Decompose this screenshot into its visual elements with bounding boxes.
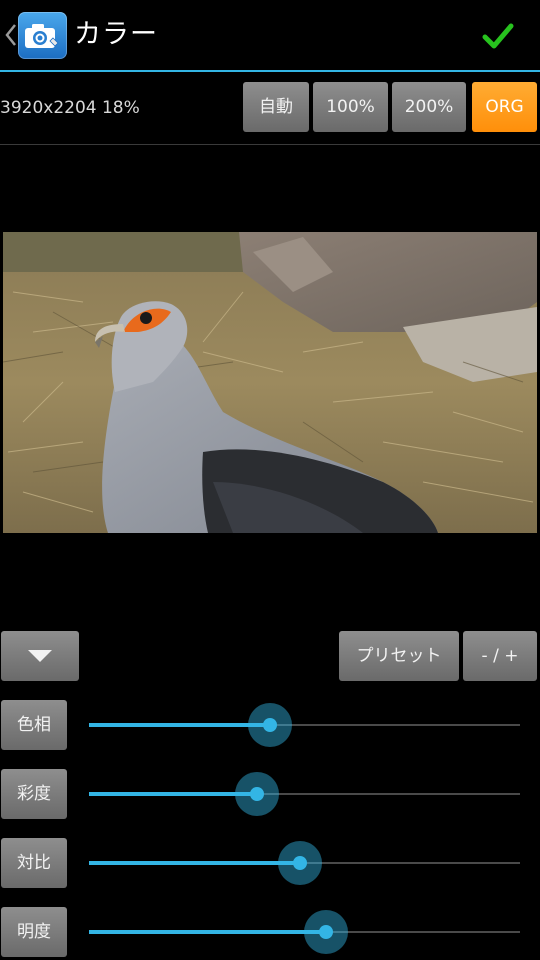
- triangle-down-icon: [28, 650, 52, 662]
- slider-thumb[interactable]: [235, 772, 279, 816]
- zoom-auto-button[interactable]: 自動: [243, 82, 309, 132]
- camera-app-icon[interactable]: [18, 12, 67, 59]
- slider-thumb[interactable]: [248, 703, 292, 747]
- slider-fill: [89, 930, 326, 934]
- slider-fill: [89, 792, 257, 796]
- page-title: カラー: [74, 19, 158, 50]
- image-size-zoom-text: 3920x2204 18%: [0, 98, 140, 118]
- zoom-200-button[interactable]: 200%: [392, 82, 466, 132]
- color-adjust-screen: カラー 3920x2204 18% 自動 100% 200% ORG プリセット…: [0, 0, 540, 960]
- saturation-slider[interactable]: [89, 772, 520, 816]
- checkmark-icon[interactable]: [482, 22, 514, 50]
- slider-fill: [89, 861, 300, 865]
- action-bar: カラー: [0, 0, 540, 72]
- slider-thumb[interactable]: [304, 910, 348, 954]
- info-bar: 3920x2204 18% 自動 100% 200% ORG: [0, 72, 540, 145]
- plus-minus-button[interactable]: - / +: [463, 631, 537, 681]
- chevron-left-icon[interactable]: [4, 22, 18, 48]
- saturation-label-button[interactable]: 彩度: [1, 769, 67, 819]
- contrast-label-button[interactable]: 対比: [1, 838, 67, 888]
- slider-fill: [89, 723, 270, 727]
- contrast-slider[interactable]: [89, 841, 520, 885]
- zoom-org-button[interactable]: ORG: [472, 82, 537, 132]
- brightness-label-button[interactable]: 明度: [1, 907, 67, 957]
- hue-label-button[interactable]: 色相: [1, 700, 67, 750]
- photo-secretary-bird: [3, 232, 537, 533]
- slider-thumb[interactable]: [278, 841, 322, 885]
- photo-preview[interactable]: [3, 232, 537, 533]
- preset-button[interactable]: プリセット: [339, 631, 459, 681]
- zoom-100-button[interactable]: 100%: [313, 82, 388, 132]
- collapse-button[interactable]: [1, 631, 79, 681]
- hue-slider[interactable]: [89, 703, 520, 747]
- brightness-slider[interactable]: [89, 910, 520, 954]
